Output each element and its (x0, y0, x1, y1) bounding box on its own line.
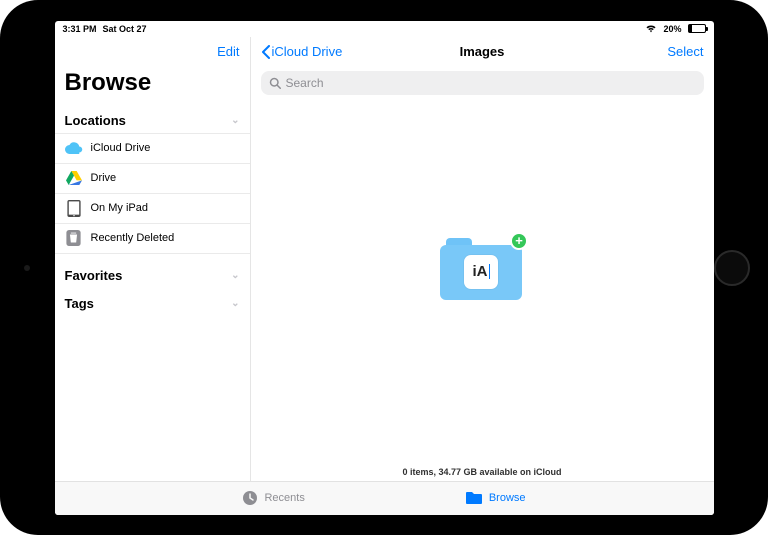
sidebar-item-label: iCloud Drive (91, 142, 151, 154)
wifi-icon (645, 25, 657, 33)
section-label: Tags (65, 296, 94, 311)
app-badge-label: iA (473, 263, 488, 280)
clock-icon (242, 490, 258, 506)
search-input[interactable] (286, 76, 696, 90)
sidebar-item-label: On My iPad (91, 202, 148, 214)
dragged-app-badge: iA (464, 255, 498, 289)
ipad-icon (65, 199, 83, 217)
back-label: iCloud Drive (272, 44, 343, 59)
back-button[interactable]: iCloud Drive (261, 44, 343, 59)
sidebar: Edit Browse Locations ⌄ iCloud Drive (55, 37, 251, 481)
sidebar-item-label: Drive (91, 172, 117, 184)
tab-browse[interactable]: Browse (465, 491, 526, 505)
chevron-down-icon: ⌄ (231, 298, 239, 309)
chevron-left-icon (261, 45, 270, 59)
sidebar-item-recently-deleted[interactable]: Recently Deleted (55, 224, 250, 254)
section-tags[interactable]: Tags ⌄ (55, 288, 250, 316)
file-canvas[interactable]: iA + 0 items, 34.77 GB available on iClo… (251, 103, 714, 481)
front-camera (24, 265, 30, 271)
dragged-app-over-folder[interactable]: iA + (440, 238, 524, 300)
edit-button[interactable]: Edit (217, 44, 239, 59)
section-favorites[interactable]: Favorites ⌄ (55, 260, 250, 288)
storage-footer: 0 items, 34.77 GB available on iCloud (251, 467, 714, 477)
battery-pct: 20% (663, 24, 681, 34)
select-button[interactable]: Select (667, 44, 703, 59)
main-panel: iCloud Drive Images Select (251, 37, 714, 481)
section-label: Favorites (65, 268, 123, 283)
section-locations[interactable]: Locations ⌄ (55, 105, 250, 134)
chevron-down-icon: ⌄ (231, 115, 239, 126)
folder-icon (465, 491, 483, 505)
icloud-icon (65, 139, 83, 157)
tab-recents[interactable]: Recents (242, 490, 304, 506)
home-button[interactable] (714, 250, 750, 286)
battery-icon (688, 24, 706, 33)
bottom-toolbar: Recents Browse (55, 481, 714, 515)
add-plus-icon: + (510, 232, 528, 250)
tab-label: Recents (264, 492, 304, 504)
ipad-frame: 3:31 PM Sat Oct 27 20% Edit Browse Locat… (0, 0, 768, 535)
chevron-down-icon: ⌄ (231, 270, 239, 281)
sidebar-item-on-my-ipad[interactable]: On My iPad (55, 194, 250, 224)
sidebar-title: Browse (55, 67, 250, 105)
trash-icon (65, 229, 83, 247)
section-label: Locations (65, 113, 126, 128)
screen: 3:31 PM Sat Oct 27 20% Edit Browse Locat… (55, 21, 714, 515)
search-icon (269, 77, 281, 89)
page-title: Images (460, 44, 505, 59)
status-bar: 3:31 PM Sat Oct 27 20% (55, 21, 714, 37)
status-date: Sat Oct 27 (103, 24, 147, 34)
sidebar-item-drive[interactable]: Drive (55, 164, 250, 194)
tab-label: Browse (489, 492, 526, 504)
status-time: 3:31 PM (63, 24, 97, 34)
sidebar-item-icloud-drive[interactable]: iCloud Drive (55, 134, 250, 164)
folder-icon: iA + (440, 238, 522, 300)
google-drive-icon (65, 169, 83, 187)
sidebar-item-label: Recently Deleted (91, 232, 175, 244)
search-field[interactable] (261, 71, 704, 95)
